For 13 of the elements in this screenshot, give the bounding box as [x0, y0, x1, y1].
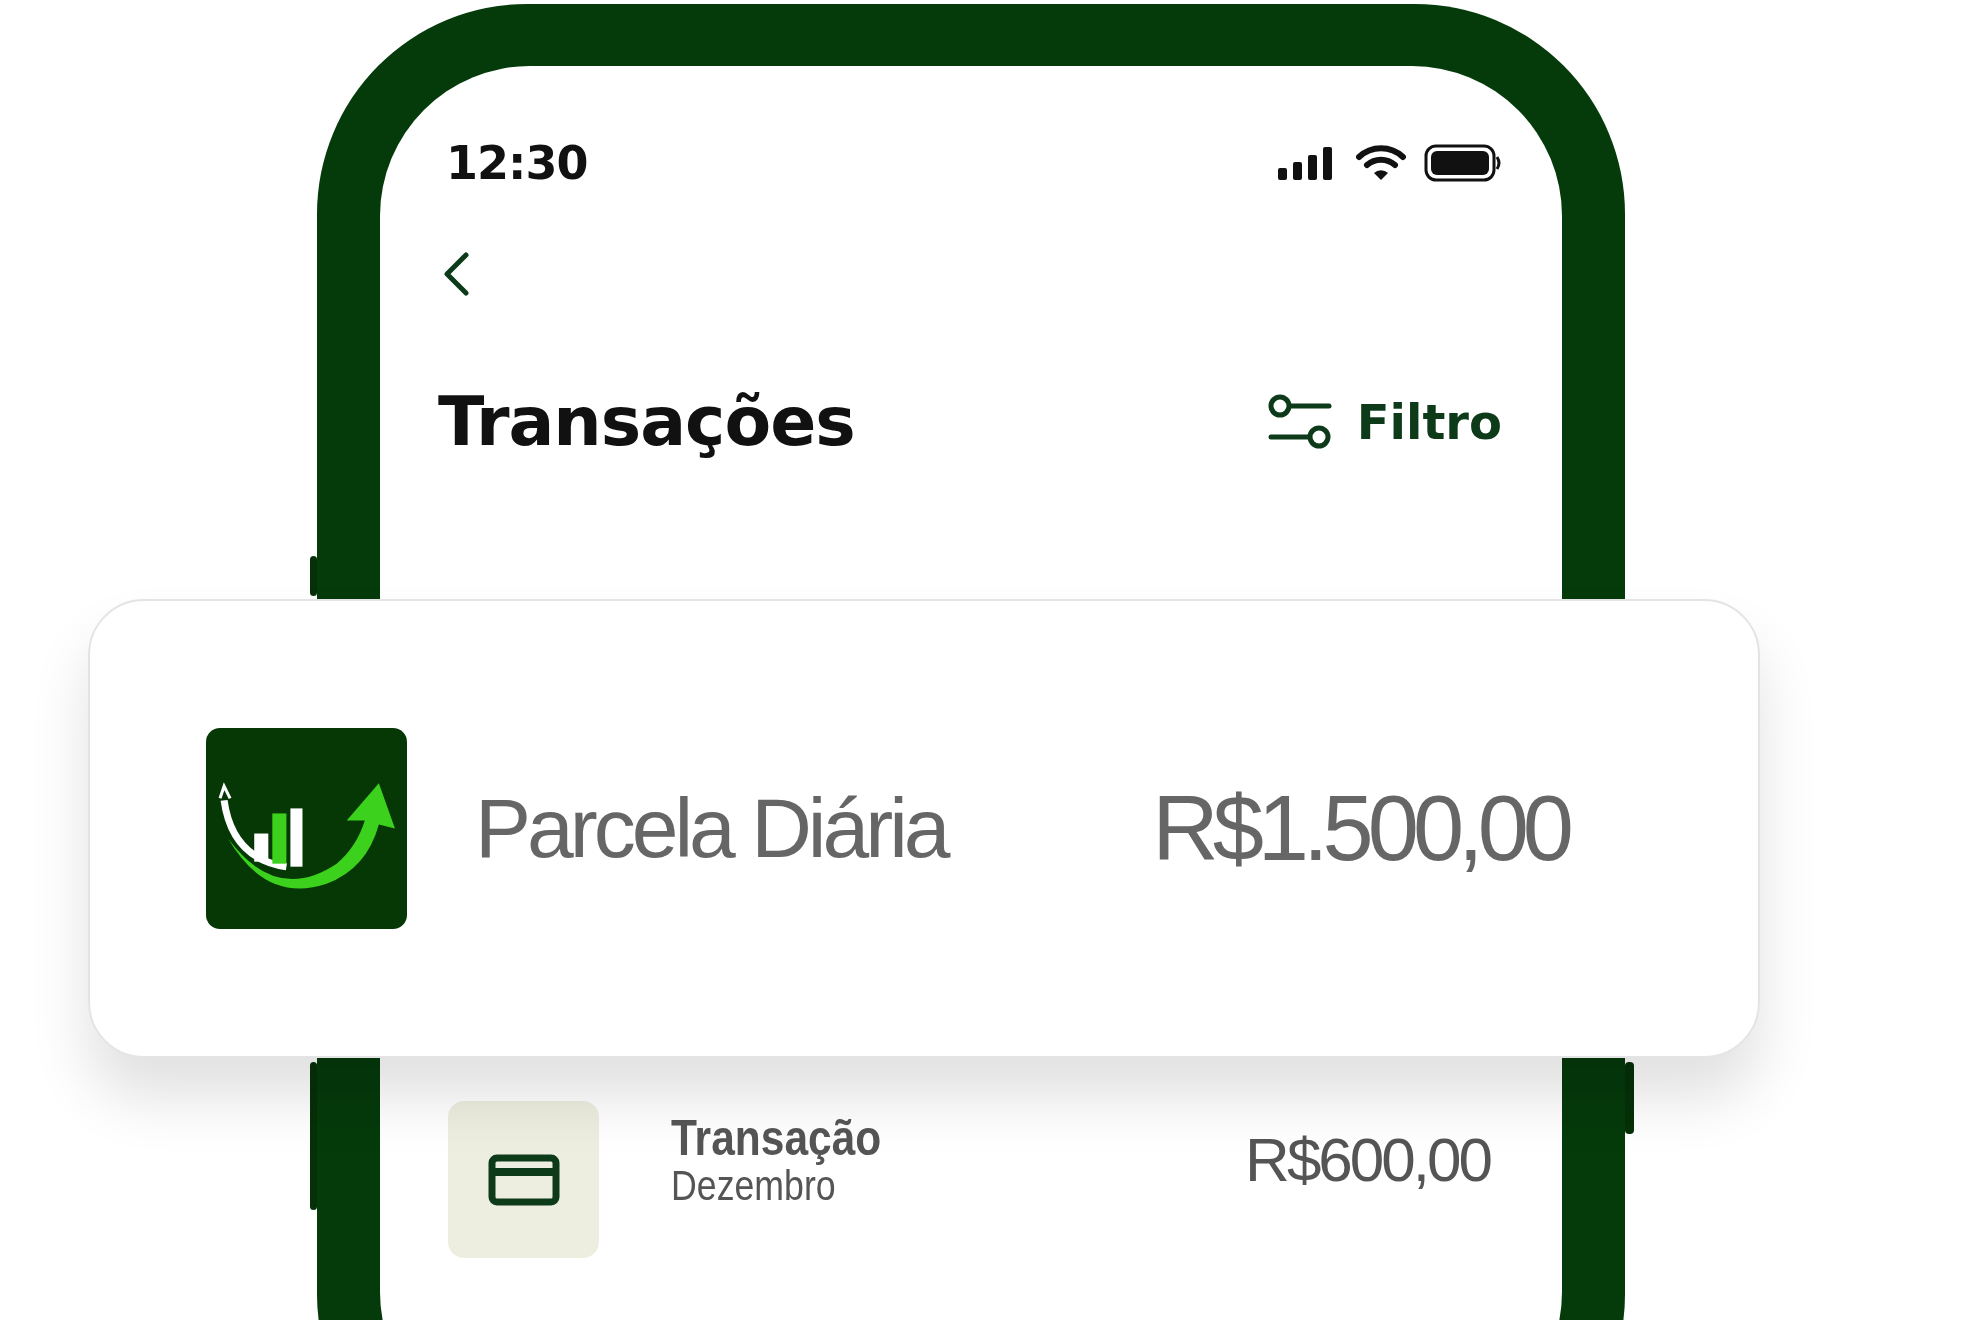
wifi-icon	[1356, 144, 1406, 182]
transaction-title: Transação	[671, 1113, 883, 1164]
transaction-name: Parcela Diária	[475, 780, 949, 877]
page-title: Transações	[438, 382, 855, 461]
transaction-amount: R$1.500,00	[1152, 776, 1568, 881]
filter-button[interactable]: Filtro	[1266, 391, 1502, 452]
transaction-row[interactable]: Transação Dezembro R$600,00	[438, 1101, 1502, 1258]
credit-card-icon	[487, 1153, 560, 1206]
logo-icon	[206, 728, 407, 929]
battery-icon	[1424, 144, 1502, 182]
transaction-amount: R$600,00	[1245, 1124, 1490, 1195]
featured-transaction-card[interactable]: Parcela Diária R$1.500,00	[88, 599, 1760, 1058]
status-time: 12:30	[446, 136, 588, 190]
